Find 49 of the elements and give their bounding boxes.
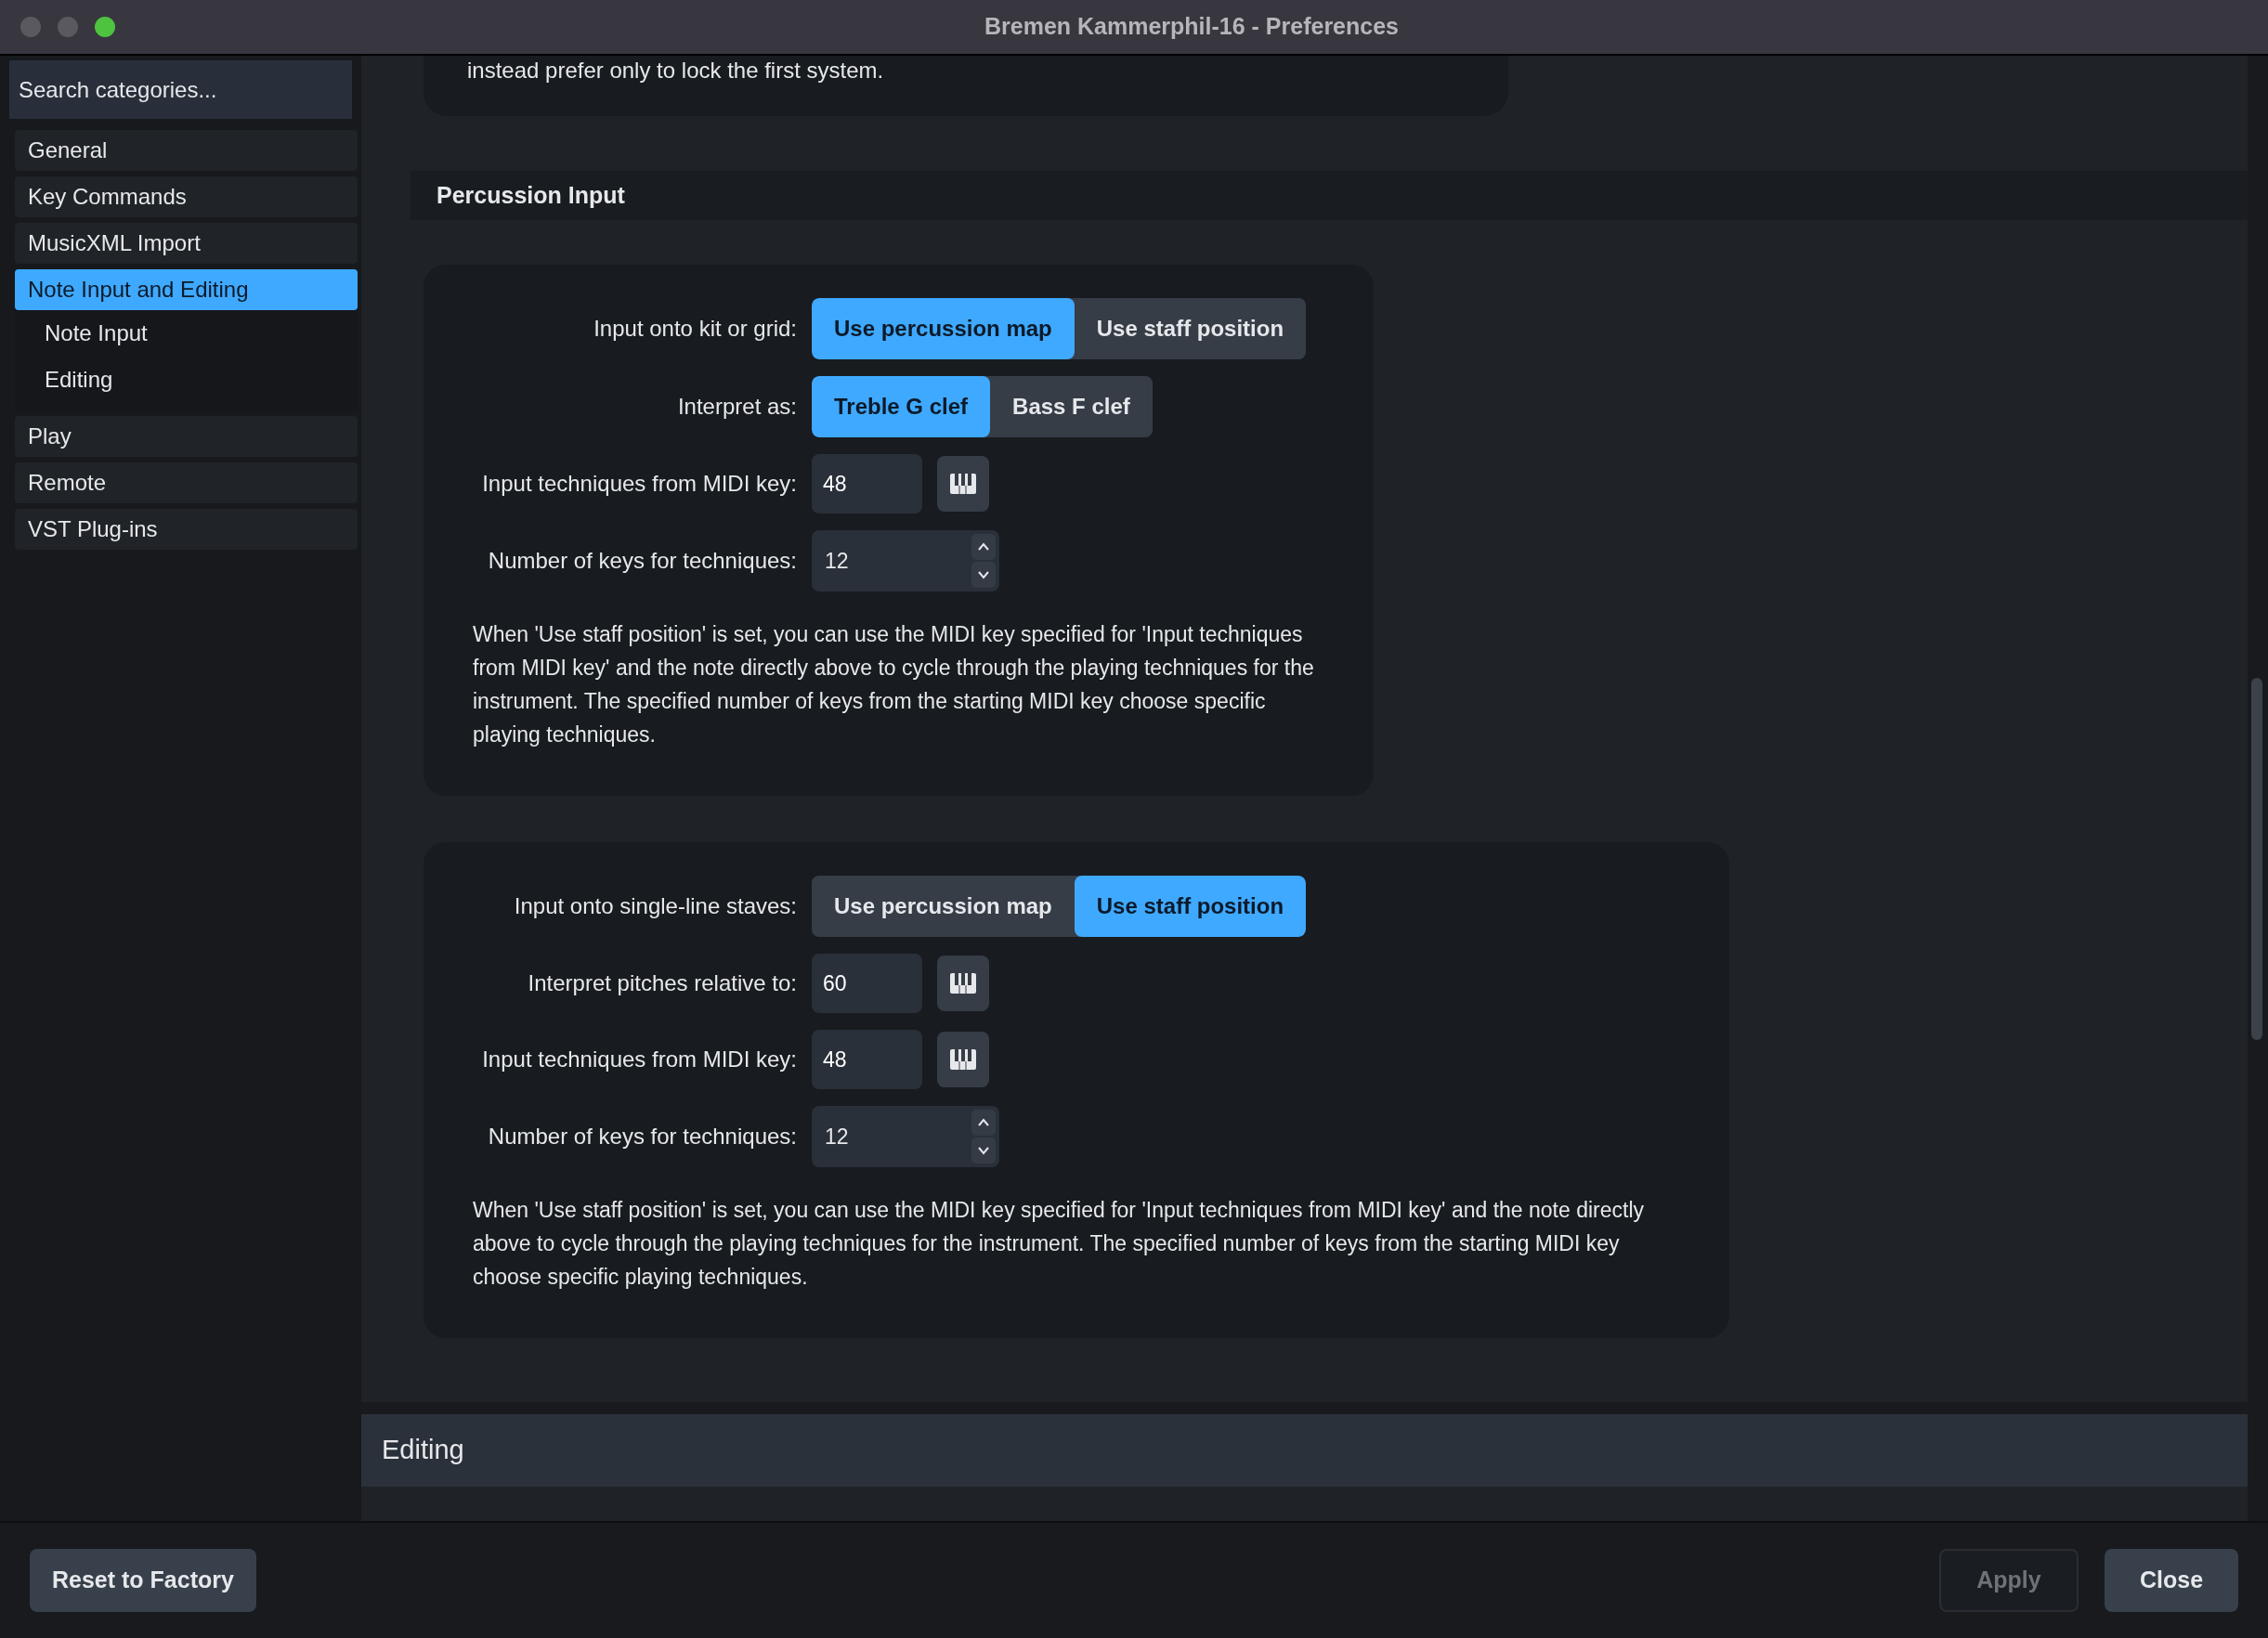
sidebar-item[interactable]: Play [15, 416, 358, 457]
chevron-down-icon[interactable] [971, 562, 996, 588]
midi-key-field[interactable]: 48 [812, 454, 922, 514]
segment-option[interactable]: Treble G clef [812, 376, 991, 437]
window-title: Bremen Kammerphil-16 - Preferences [984, 12, 1399, 42]
segment-option[interactable]: Use staff position [1074, 876, 1307, 937]
sidebar-item[interactable]: VST Plug-ins [15, 509, 358, 550]
section-title: Editing [382, 1434, 464, 1467]
field-label: Input techniques from MIDI key: [481, 1046, 798, 1073]
sidebar-item[interactable]: Editing [15, 357, 358, 403]
section-header[interactable]: Editing [361, 1414, 2248, 1487]
field-label: Interpret as: [676, 393, 798, 421]
search-field[interactable]: Search categories... [9, 60, 352, 119]
chevron-up-icon[interactable] [971, 534, 996, 560]
chevron-down-icon[interactable] [971, 1138, 996, 1164]
field-label: Interpret pitches relative to: [527, 969, 798, 997]
description-text: When 'Use staff position' is set, you can use the MIDI key specified for 'Input techniques from MIDI key' and the note directly above to cycle through the playing techniques for the instrument. The specified number of keys from the starting MIDI key choose specific playing techniques. [472, 1197, 1646, 1291]
piano-keyboard-button[interactable] [937, 456, 989, 512]
sidebar-item[interactable]: Key Commands [15, 176, 358, 217]
sidebar-item[interactable]: MusicXML Import [15, 223, 358, 264]
section-title: Percussion Input [437, 180, 625, 210]
chevron-up-icon[interactable] [971, 1110, 996, 1136]
piano-keys-icon [950, 474, 976, 494]
piano-keyboard-button[interactable] [937, 956, 989, 1011]
piano-keys-icon [950, 973, 976, 994]
field-label: Number of keys for techniques: [487, 1123, 798, 1150]
zoom-window-icon[interactable] [95, 17, 115, 37]
segment-option[interactable]: Use percussion map [812, 298, 1075, 359]
field-label: Input onto kit or grid: [593, 315, 798, 343]
spinner-value: 12 [825, 1123, 849, 1150]
sidebar-item[interactable]: Note Input and Editing [15, 269, 358, 310]
piano-keys-icon [950, 1049, 976, 1070]
number-spinner[interactable]: 12 [812, 530, 999, 592]
footer-button[interactable]: Close [2105, 1549, 2238, 1612]
sidebar-item[interactable]: Remote [15, 462, 358, 503]
scrollbar-thumb[interactable] [2251, 678, 2262, 1040]
description-text: instead prefer only to lock the first system. [467, 57, 884, 84]
spinner-value: 12 [825, 547, 849, 575]
number-spinner[interactable]: 12 [812, 1106, 999, 1167]
midi-key-field[interactable]: 48 [812, 1030, 922, 1089]
footer-button[interactable]: Reset to Factory [30, 1549, 256, 1612]
piano-keyboard-button[interactable] [937, 1032, 989, 1087]
field-label: Input techniques from MIDI key: [481, 470, 798, 498]
sidebar-item[interactable]: General [15, 130, 358, 171]
sidebar-item[interactable]: Note Input [15, 310, 358, 357]
field-label: Input onto single-line staves: [513, 892, 798, 920]
field-label: Number of keys for techniques: [487, 547, 798, 575]
midi-key-field[interactable]: 60 [812, 954, 922, 1013]
description-text: When 'Use staff position' is set, you can use the MIDI key specified for 'Input techniques from MIDI key' and the note directly above to cycle through the playing techniques for the instrument. The specified number of keys from the starting MIDI key choose specific playing techniques. [472, 621, 1315, 748]
